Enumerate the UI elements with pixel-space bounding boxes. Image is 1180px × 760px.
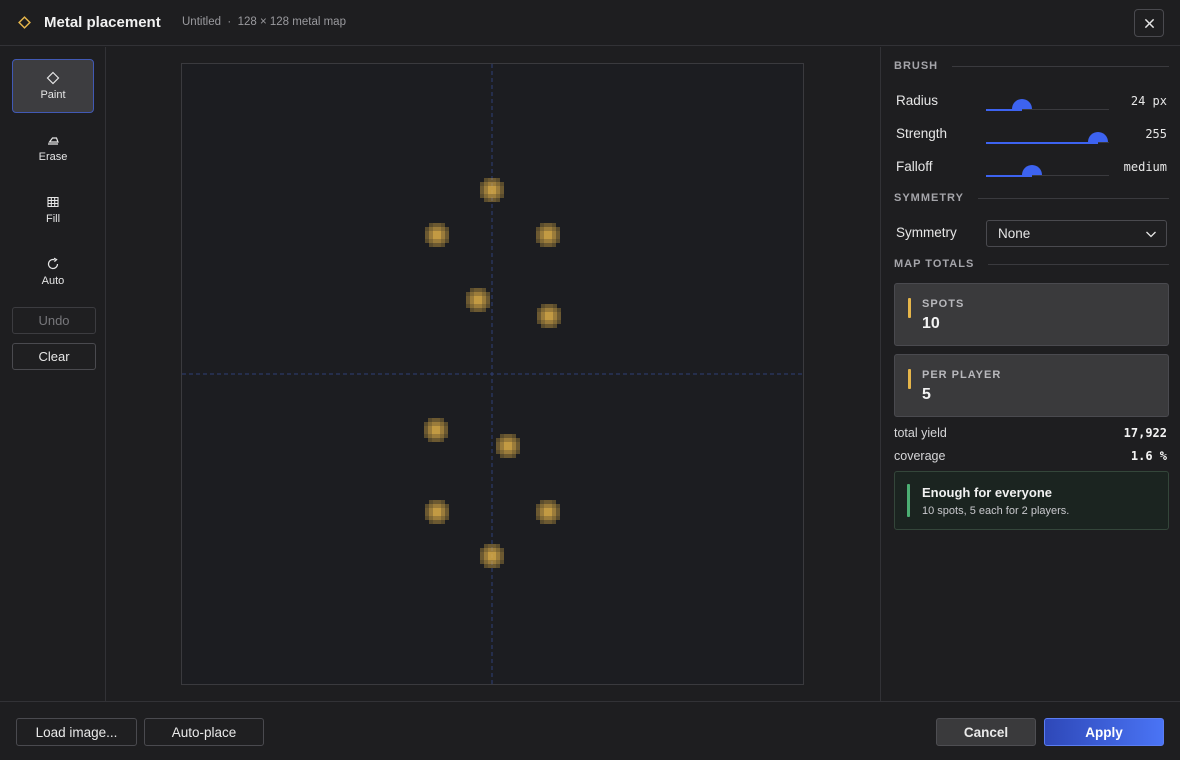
tool-palette: Paint Erase Fill Auto Undo Clear bbox=[0, 47, 106, 701]
yield-value: 17,922 bbox=[1123, 426, 1167, 440]
metal-spot[interactable] bbox=[425, 500, 449, 524]
falloff-slider[interactable] bbox=[986, 161, 1109, 183]
footer-bar: Load image... Auto-place Cancel Apply bbox=[0, 701, 1180, 760]
yield-label: total yield bbox=[894, 426, 947, 440]
spots-card: SPOTS 10 bbox=[894, 283, 1169, 346]
auto-place-button[interactable]: Auto-place bbox=[144, 718, 264, 746]
load-image-button[interactable]: Load image... bbox=[16, 718, 137, 746]
clear-button[interactable]: Clear bbox=[12, 343, 96, 370]
notice-title: Enough for everyone bbox=[922, 485, 1053, 500]
tool-label: Paint bbox=[40, 89, 66, 101]
tool-erase[interactable]: Erase bbox=[12, 121, 94, 175]
close-button[interactable] bbox=[1134, 9, 1164, 37]
canvas-area bbox=[106, 47, 880, 701]
tool-label: Fill bbox=[45, 213, 61, 225]
metal-spot[interactable] bbox=[496, 434, 520, 458]
coverage-value: 1.6 % bbox=[1130, 449, 1167, 463]
radius-slider[interactable] bbox=[986, 95, 1109, 117]
radius-label: Radius bbox=[896, 93, 939, 108]
strength-value: 255 bbox=[1145, 127, 1167, 141]
metal-spot[interactable] bbox=[425, 223, 449, 247]
per-player-value: 5 bbox=[922, 386, 931, 403]
tool-label: Auto bbox=[41, 275, 65, 287]
totals-heading: MAP TOTALS bbox=[894, 258, 1169, 270]
notice-detail: 10 spots, 5 each for 2 players. bbox=[922, 505, 1070, 517]
metal-spot[interactable] bbox=[480, 544, 504, 568]
tool-auto[interactable]: Auto bbox=[12, 245, 94, 299]
tool-paint[interactable]: Paint bbox=[12, 59, 94, 113]
metal-map-canvas[interactable] bbox=[181, 63, 804, 685]
tool-fill[interactable]: Fill bbox=[12, 183, 94, 237]
metal-spot[interactable] bbox=[480, 178, 504, 202]
metal-spot[interactable] bbox=[536, 500, 560, 524]
strength-slider[interactable] bbox=[986, 128, 1109, 150]
title-bar: Metal placement Untitled · 128 × 128 met… bbox=[0, 0, 1180, 46]
falloff-value: medium bbox=[1123, 160, 1167, 174]
symmetry-selected: None bbox=[998, 226, 1031, 241]
metal-map-drawing bbox=[182, 64, 803, 684]
brush-heading: BRUSH bbox=[894, 60, 1169, 72]
symmetry-select[interactable]: None bbox=[986, 220, 1167, 247]
metal-spot[interactable] bbox=[536, 223, 560, 247]
metal-spot[interactable] bbox=[424, 418, 448, 442]
strength-label: Strength bbox=[896, 126, 948, 141]
map-subtitle: Untitled · 128 × 128 metal map bbox=[182, 16, 346, 28]
undo-button[interactable]: Undo bbox=[12, 307, 96, 334]
per-player-label: PER PLAYER bbox=[922, 369, 1002, 381]
spots-label: SPOTS bbox=[922, 298, 965, 310]
close-icon bbox=[1144, 18, 1154, 28]
tool-label: Erase bbox=[38, 151, 68, 163]
radius-value: 24 px bbox=[1130, 94, 1167, 108]
metal-spot[interactable] bbox=[466, 288, 490, 312]
per-player-card: PER PLAYER 5 bbox=[894, 354, 1169, 417]
metal-spot[interactable] bbox=[537, 304, 561, 328]
grid-icon bbox=[47, 196, 59, 208]
properties-panel: BRUSH Radius 24 px Strength 255 Falloff … bbox=[880, 47, 1180, 701]
spots-value: 10 bbox=[922, 315, 940, 332]
falloff-label: Falloff bbox=[896, 159, 933, 174]
chevron-down-icon bbox=[1146, 231, 1156, 238]
eraser-icon bbox=[48, 137, 59, 145]
cancel-button[interactable]: Cancel bbox=[936, 718, 1036, 746]
diamond-icon bbox=[46, 71, 60, 85]
symmetry-heading: SYMMETRY bbox=[894, 192, 1169, 204]
apply-button[interactable]: Apply bbox=[1044, 718, 1164, 746]
symmetry-label: Symmetry bbox=[896, 225, 957, 240]
status-notice: Enough for everyone 10 spots, 5 each for… bbox=[894, 471, 1169, 530]
refresh-icon bbox=[47, 257, 59, 270]
diamond-icon bbox=[18, 16, 31, 29]
page-title: Metal placement bbox=[44, 14, 161, 31]
coverage-label: coverage bbox=[894, 449, 946, 463]
